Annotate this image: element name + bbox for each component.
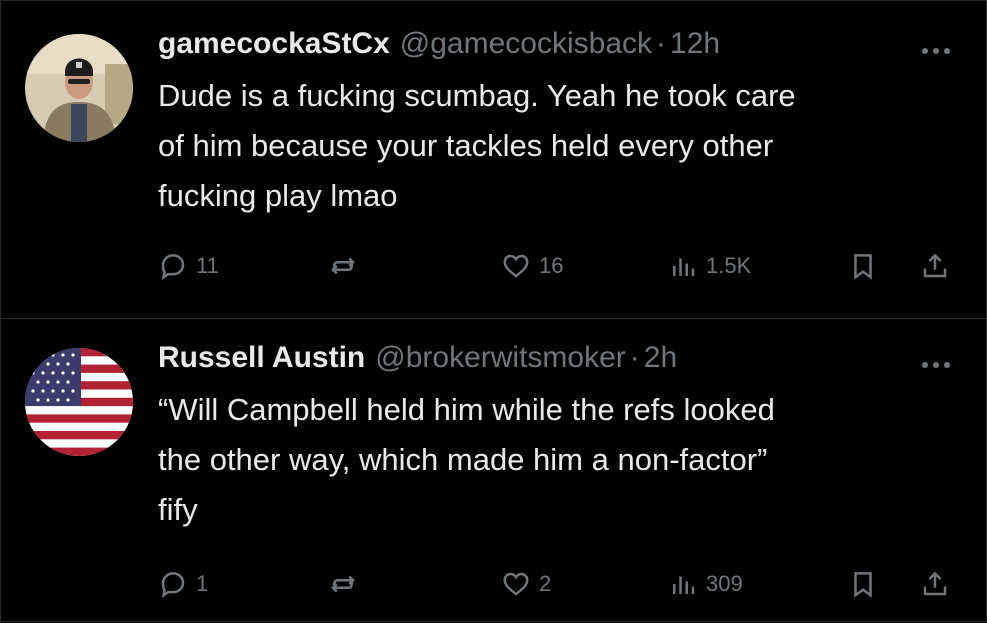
avatar[interactable]: [25, 34, 133, 142]
reply-count: 1: [196, 571, 209, 596]
like-button[interactable]: 2: [501, 564, 551, 604]
separator-dot: ·: [629, 341, 640, 374]
tweet-text: “Will Campbell held him while the refs l…: [158, 385, 958, 535]
tweet-header: Russell Austin @brokerwitsmoker · 2h: [158, 341, 958, 385]
display-name[interactable]: Russell Austin: [158, 341, 365, 375]
timeline: gamecockaStCx @gamecockisback · 12h Dude…: [0, 0, 987, 622]
bookmark-button[interactable]: [848, 246, 878, 286]
bookmark-icon: [854, 254, 872, 280]
tweet[interactable]: Russell Austin @brokerwitsmoker · 2h “Wi…: [1, 318, 987, 623]
timestamp[interactable]: 12h: [670, 27, 720, 61]
tweet-header: gamecockaStCx @gamecockisback · 12h: [158, 27, 958, 71]
like-count: 2: [539, 571, 552, 596]
like-count: 16: [539, 253, 564, 278]
reply-icon: [161, 254, 185, 281]
display-name[interactable]: gamecockaStCx: [158, 27, 390, 61]
tweet-content: Russell Austin @brokerwitsmoker · 2h “Wi…: [158, 341, 958, 535]
tweet-text-line: “Will Campbell held him while the refs l…: [158, 392, 775, 427]
avatar-photo: [25, 34, 133, 142]
tweet[interactable]: gamecockaStCx @gamecockisback · 12h Dude…: [1, 1, 987, 318]
reply-count: 11: [196, 253, 219, 278]
us-flag-avatar: [25, 348, 133, 456]
tweet-text: Dude is a fucking scumbag. Yeah he took …: [158, 71, 958, 221]
timestamp[interactable]: 2h: [644, 341, 677, 375]
action-bar: 11 16 1.5K: [158, 246, 968, 286]
heart-icon: [503, 572, 529, 596]
views-button[interactable]: 309: [668, 564, 743, 604]
tweet-text-line: fucking play lmao: [158, 178, 398, 213]
avatar[interactable]: [25, 348, 133, 456]
views-icon: [673, 576, 695, 594]
share-button[interactable]: [920, 564, 950, 604]
views-icon: [673, 258, 695, 276]
more-icon[interactable]: [922, 41, 958, 54]
share-button[interactable]: [920, 246, 950, 286]
retweet-button[interactable]: [328, 564, 366, 604]
share-icon: [923, 571, 947, 596]
bookmark-button[interactable]: [848, 564, 878, 604]
tweet-text-line: fify: [158, 492, 198, 527]
retweet-icon: [331, 257, 355, 275]
reply-icon: [161, 572, 185, 599]
reply-button[interactable]: 11: [158, 246, 219, 286]
tweet-text-line: Dude is a fucking scumbag. Yeah he took …: [158, 78, 796, 113]
tweet-content: gamecockaStCx @gamecockisback · 12h Dude…: [158, 27, 958, 221]
bookmark-icon: [854, 572, 872, 598]
user-handle[interactable]: @gamecockisback: [400, 27, 652, 61]
views-count: 1.5K: [706, 253, 752, 278]
like-button[interactable]: 16: [501, 246, 563, 286]
retweet-button[interactable]: [328, 246, 366, 286]
action-bar: 1 2 309: [158, 564, 968, 604]
reply-button[interactable]: 1: [158, 564, 208, 604]
tweet-text-line: the other way, which made him a non-fact…: [158, 442, 768, 477]
tweet-text-line: of him because your tackles held every o…: [158, 128, 774, 163]
share-icon: [923, 253, 947, 278]
retweet-icon: [331, 575, 355, 593]
more-icon[interactable]: [922, 355, 958, 368]
views-count: 309: [706, 571, 743, 596]
user-handle[interactable]: @brokerwitsmoker: [375, 341, 626, 375]
separator-dot: ·: [656, 27, 667, 60]
views-button[interactable]: 1.5K: [668, 246, 751, 286]
heart-icon: [503, 254, 529, 278]
